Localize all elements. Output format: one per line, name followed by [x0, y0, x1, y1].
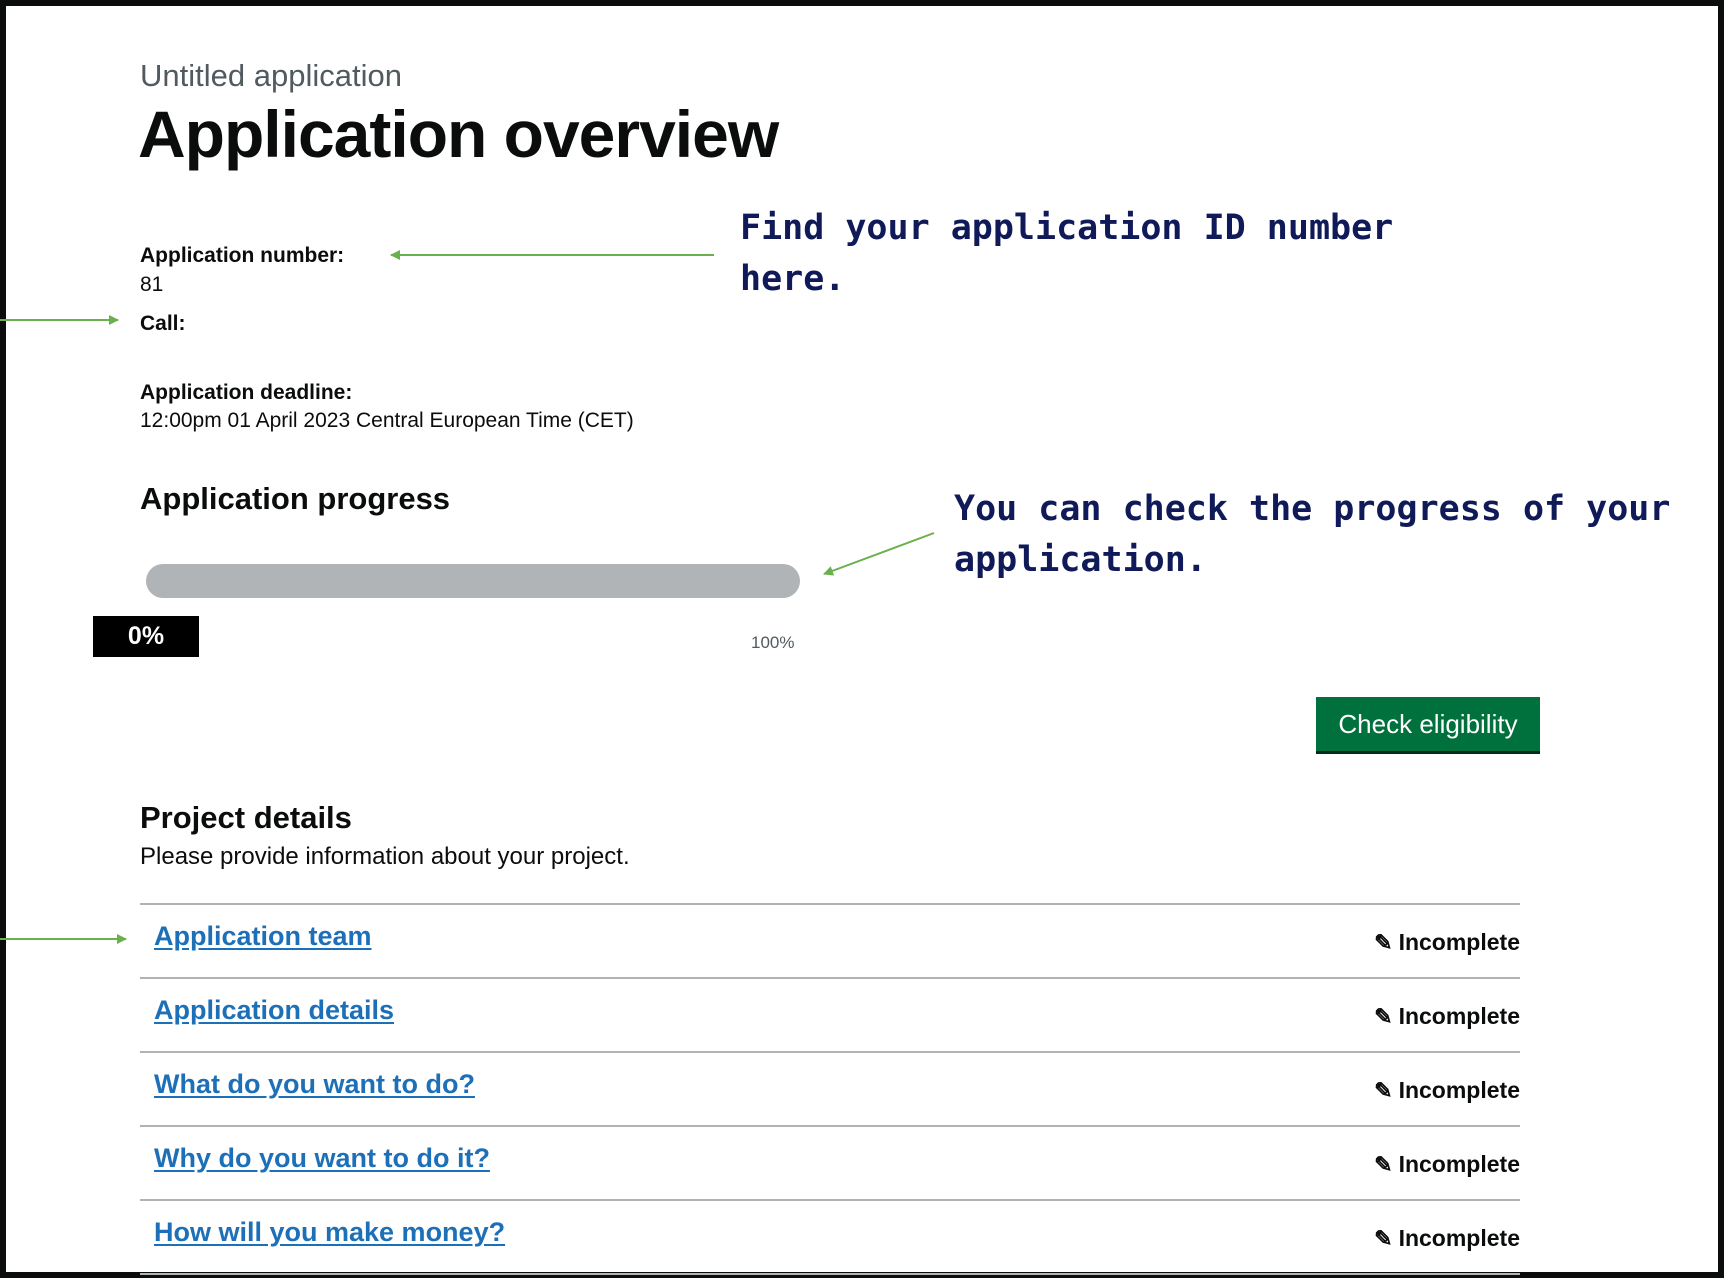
annotation-arrows: [0, 250, 935, 944]
arrow-icon: [823, 532, 935, 576]
